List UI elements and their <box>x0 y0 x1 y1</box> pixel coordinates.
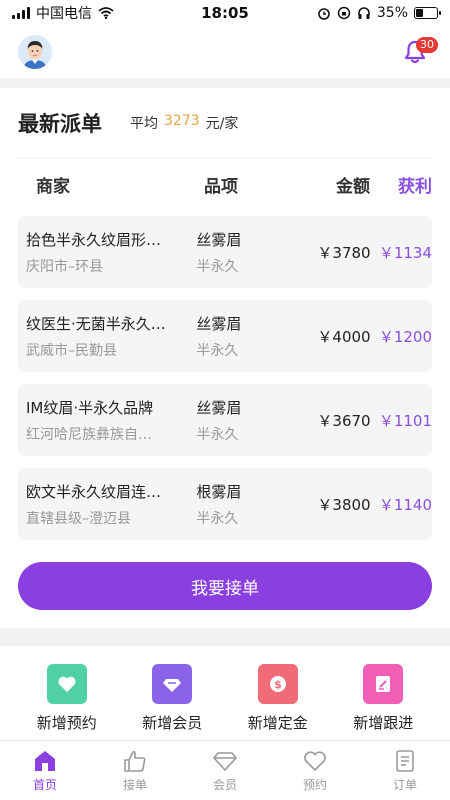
item-name: 根雾眉 <box>196 482 242 501</box>
app-header: 30 <box>0 26 450 78</box>
dispatch-header: 最新派单 平均 3273 元/家 <box>18 88 432 158</box>
average-price: 平均 3273 元/家 <box>130 113 238 133</box>
bottom-tab-bar: 首页 接单 会员 预约 订单 <box>0 740 450 800</box>
amount-value: ￥3780 <box>317 243 371 262</box>
dispatch-row[interactable]: 纹医生·无菌半永久… 武威市–民勤县 丝雾眉 半永久 ￥4000 ￥1200 <box>18 300 432 372</box>
dispatch-title: 最新派单 <box>18 111 102 136</box>
column-merchant: 商家 <box>36 176 70 197</box>
status-left: 中国电信 <box>12 3 114 23</box>
item-category: 半永久 <box>196 426 239 443</box>
merchant-cell: 欧文半永久纹眉连… 直辖县级–澄迈县 <box>18 481 196 528</box>
quick-action-new-deposit[interactable]: $ 新增定金 <box>228 664 328 740</box>
tab-label: 接单 <box>122 777 147 792</box>
alarm-icon <box>318 8 330 20</box>
item-category: 半永久 <box>196 510 239 527</box>
quick-action-new-member[interactable]: 新增会员 <box>122 664 222 740</box>
status-right: 35% <box>317 5 441 21</box>
headphones-icon <box>358 7 370 19</box>
item-cell: 根雾眉 半永久 <box>196 481 289 528</box>
tab-label: 订单 <box>392 777 417 792</box>
battery-icon <box>414 7 441 19</box>
item-category: 半永久 <box>196 258 239 275</box>
item-cell: 丝雾眉 半永久 <box>196 229 289 276</box>
diamond-icon <box>213 751 237 771</box>
average-unit: 元/家 <box>205 115 239 132</box>
column-amount: 金额 <box>336 176 370 197</box>
accept-order-button[interactable]: 我要接单 <box>18 562 432 610</box>
battery-label: 35% <box>376 5 408 21</box>
diamond-icon <box>152 664 193 704</box>
home-icon <box>35 750 55 771</box>
merchant-name: 拾色半永久纹眉形… <box>26 230 162 249</box>
quick-action-new-followup[interactable]: 新增跟进 <box>333 664 433 740</box>
amount-value: ￥3670 <box>317 411 371 430</box>
merchant-cell: 拾色半永久纹眉形… 庆阳市–环县 <box>18 229 196 276</box>
tab-home[interactable]: 首页 <box>10 749 80 793</box>
lock-rotation-icon <box>337 6 351 20</box>
dollar-coin-icon: $ <box>257 664 298 704</box>
dispatch-row[interactable]: 欧文半永久纹眉连… 直辖县级–澄迈县 根雾眉 半永久 ￥3800 ￥1140 <box>18 468 432 540</box>
document-icon <box>396 749 414 772</box>
column-profit: 获利 <box>398 176 432 197</box>
column-header: 商家 品项 金额 获利 <box>18 158 432 210</box>
profit-value: ￥1134 <box>378 243 432 262</box>
svg-text:$: $ <box>274 678 282 691</box>
dispatch-row[interactable]: IM纹眉·半永久品牌 红河哈尼族彝族自… 丝雾眉 半永久 ￥3670 ￥1101 <box>18 384 432 456</box>
average-label: 平均 <box>130 115 158 132</box>
quick-actions: 新增预约 新增会员 $ 新增定金 新增跟进 <box>0 646 450 740</box>
profit-value: ￥1140 <box>378 495 432 514</box>
item-name: 丝雾眉 <box>196 398 242 417</box>
merchant-location: 红河哈尼族彝族自… <box>26 426 152 443</box>
tab-label: 预约 <box>302 777 327 792</box>
merchant-name: 纹医生·无菌半永久… <box>26 314 166 333</box>
amount-value: ￥3800 <box>317 495 371 514</box>
quick-action-label: 新增会员 <box>142 714 203 732</box>
merchant-location: 直辖县级–澄迈县 <box>26 510 131 527</box>
merchant-location: 武威市–民勤县 <box>26 342 117 359</box>
profit-value: ￥1200 <box>378 327 432 346</box>
tab-orders[interactable]: 订单 <box>370 749 440 793</box>
dispatch-list: 拾色半永久纹眉形… 庆阳市–环县 丝雾眉 半永久 ￥3780 ￥1134 纹医生… <box>18 216 432 540</box>
signal-icon <box>12 7 30 19</box>
tab-orders-accept[interactable]: 接单 <box>100 749 170 793</box>
heart-icon <box>304 750 326 771</box>
carrier-label: 中国电信 <box>36 6 92 22</box>
wifi-icon <box>98 7 114 19</box>
item-name: 丝雾眉 <box>196 314 242 333</box>
status-bar: 中国电信 18:05 35% <box>0 0 450 26</box>
dispatch-row[interactable]: 拾色半永久纹眉形… 庆阳市–环县 丝雾眉 半永久 ￥3780 ￥1134 <box>18 216 432 288</box>
profit-value: ￥1101 <box>378 411 432 430</box>
merchant-location: 庆阳市–环县 <box>26 258 103 275</box>
tab-appointments[interactable]: 预约 <box>280 749 350 793</box>
tab-label: 会员 <box>212 777 237 792</box>
quick-action-label: 新增预约 <box>36 714 97 732</box>
thumbs-up-icon <box>124 750 146 772</box>
column-item: 品项 <box>204 176 238 197</box>
edit-note-icon <box>363 664 404 704</box>
heart-icon <box>46 664 87 704</box>
quick-action-label: 新增定金 <box>247 714 308 732</box>
notification-button[interactable]: 30 <box>398 35 438 69</box>
merchant-name: 欧文半永久纹眉连… <box>26 482 162 501</box>
item-cell: 丝雾眉 半永久 <box>196 397 289 444</box>
merchant-cell: IM纹眉·半永久品牌 红河哈尼族彝族自… <box>18 397 196 444</box>
tab-members[interactable]: 会员 <box>190 749 260 793</box>
merchant-cell: 纹医生·无菌半永久… 武威市–民勤县 <box>18 313 196 360</box>
quick-action-label: 新增跟进 <box>353 714 414 732</box>
item-category: 半永久 <box>196 342 239 359</box>
item-cell: 丝雾眉 半永久 <box>196 313 289 360</box>
amount-value: ￥4000 <box>317 327 371 346</box>
average-value: 3273 <box>164 112 200 129</box>
avatar[interactable] <box>18 35 52 69</box>
item-name: 丝雾眉 <box>196 230 242 249</box>
dispatch-card: 最新派单 平均 3273 元/家 商家 品项 金额 获利 拾色半永久纹眉形… 庆… <box>0 88 450 628</box>
notification-badge: 30 <box>416 37 438 53</box>
tab-label: 首页 <box>32 777 57 792</box>
quick-action-new-appointment[interactable]: 新增预约 <box>17 664 117 740</box>
avatar-icon <box>18 35 52 69</box>
merchant-name: IM纹眉·半永久品牌 <box>26 398 154 417</box>
